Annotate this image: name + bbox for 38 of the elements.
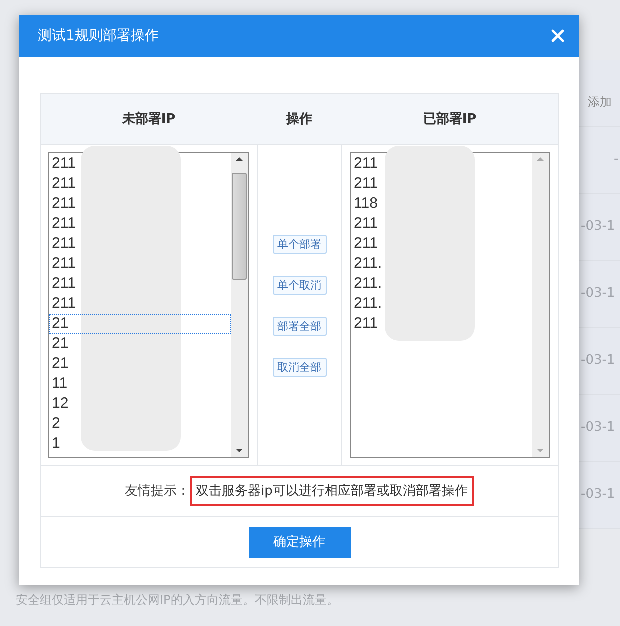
list-item[interactable]: 11 — [49, 374, 68, 394]
list-item[interactable]: 12 — [49, 394, 69, 414]
list-item[interactable]: 211. — [351, 274, 382, 294]
action-button[interactable]: 取消全部 — [272, 358, 326, 377]
list-item[interactable]: 21 — [49, 314, 231, 334]
list-item[interactable]: 211 — [49, 174, 76, 194]
footnote-text: 安全组仅适用于云主机公网IP的入方向流量。不限制出流量。 — [16, 592, 339, 609]
column-header: 已部署IP — [422, 110, 478, 129]
list-item[interactable]: 211 — [49, 254, 76, 274]
list-item[interactable]: 211 — [49, 294, 76, 314]
list-item[interactable]: 1 — [49, 434, 60, 454]
list-item[interactable]: 211 — [351, 174, 378, 194]
dialog-title: 测试1规则部署操作 — [38, 27, 159, 45]
list-item[interactable]: 211 — [351, 234, 378, 254]
column-header: 未部署IP — [121, 110, 177, 129]
list-item[interactable]: 211 — [49, 194, 76, 214]
list-item[interactable]: 118 — [351, 194, 378, 214]
action-button[interactable]: 单个取消 — [272, 276, 326, 295]
list-item[interactable]: 211 — [49, 214, 76, 234]
list-item[interactable]: 211. — [351, 254, 382, 274]
action-button[interactable]: 单个部署 — [272, 235, 326, 254]
list-item[interactable]: 211 — [351, 214, 378, 234]
scrollbar[interactable] — [231, 153, 248, 457]
tip-label: 友情提示： — [125, 483, 190, 500]
column-header: 操作 — [285, 111, 314, 129]
list-item[interactable]: 211 — [49, 274, 76, 294]
list-item[interactable]: 211 — [351, 154, 378, 174]
list-item[interactable]: 21 — [49, 354, 69, 374]
close-icon[interactable] — [551, 29, 565, 43]
list-item[interactable]: 2 — [49, 414, 60, 434]
list-item[interactable]: 211. — [351, 294, 382, 314]
list-item[interactable]: 21 — [49, 334, 69, 354]
action-button[interactable]: 部署全部 — [272, 317, 326, 336]
list-item[interactable]: 211 — [49, 234, 76, 254]
confirm-button[interactable]: 确定操作 — [248, 526, 350, 558]
list-item[interactable]: 211 — [351, 314, 378, 334]
tip-text: 双击服务器ip可以进行相应部署或取消部署操作 — [190, 476, 474, 506]
list-item[interactable]: 211 — [49, 154, 76, 174]
